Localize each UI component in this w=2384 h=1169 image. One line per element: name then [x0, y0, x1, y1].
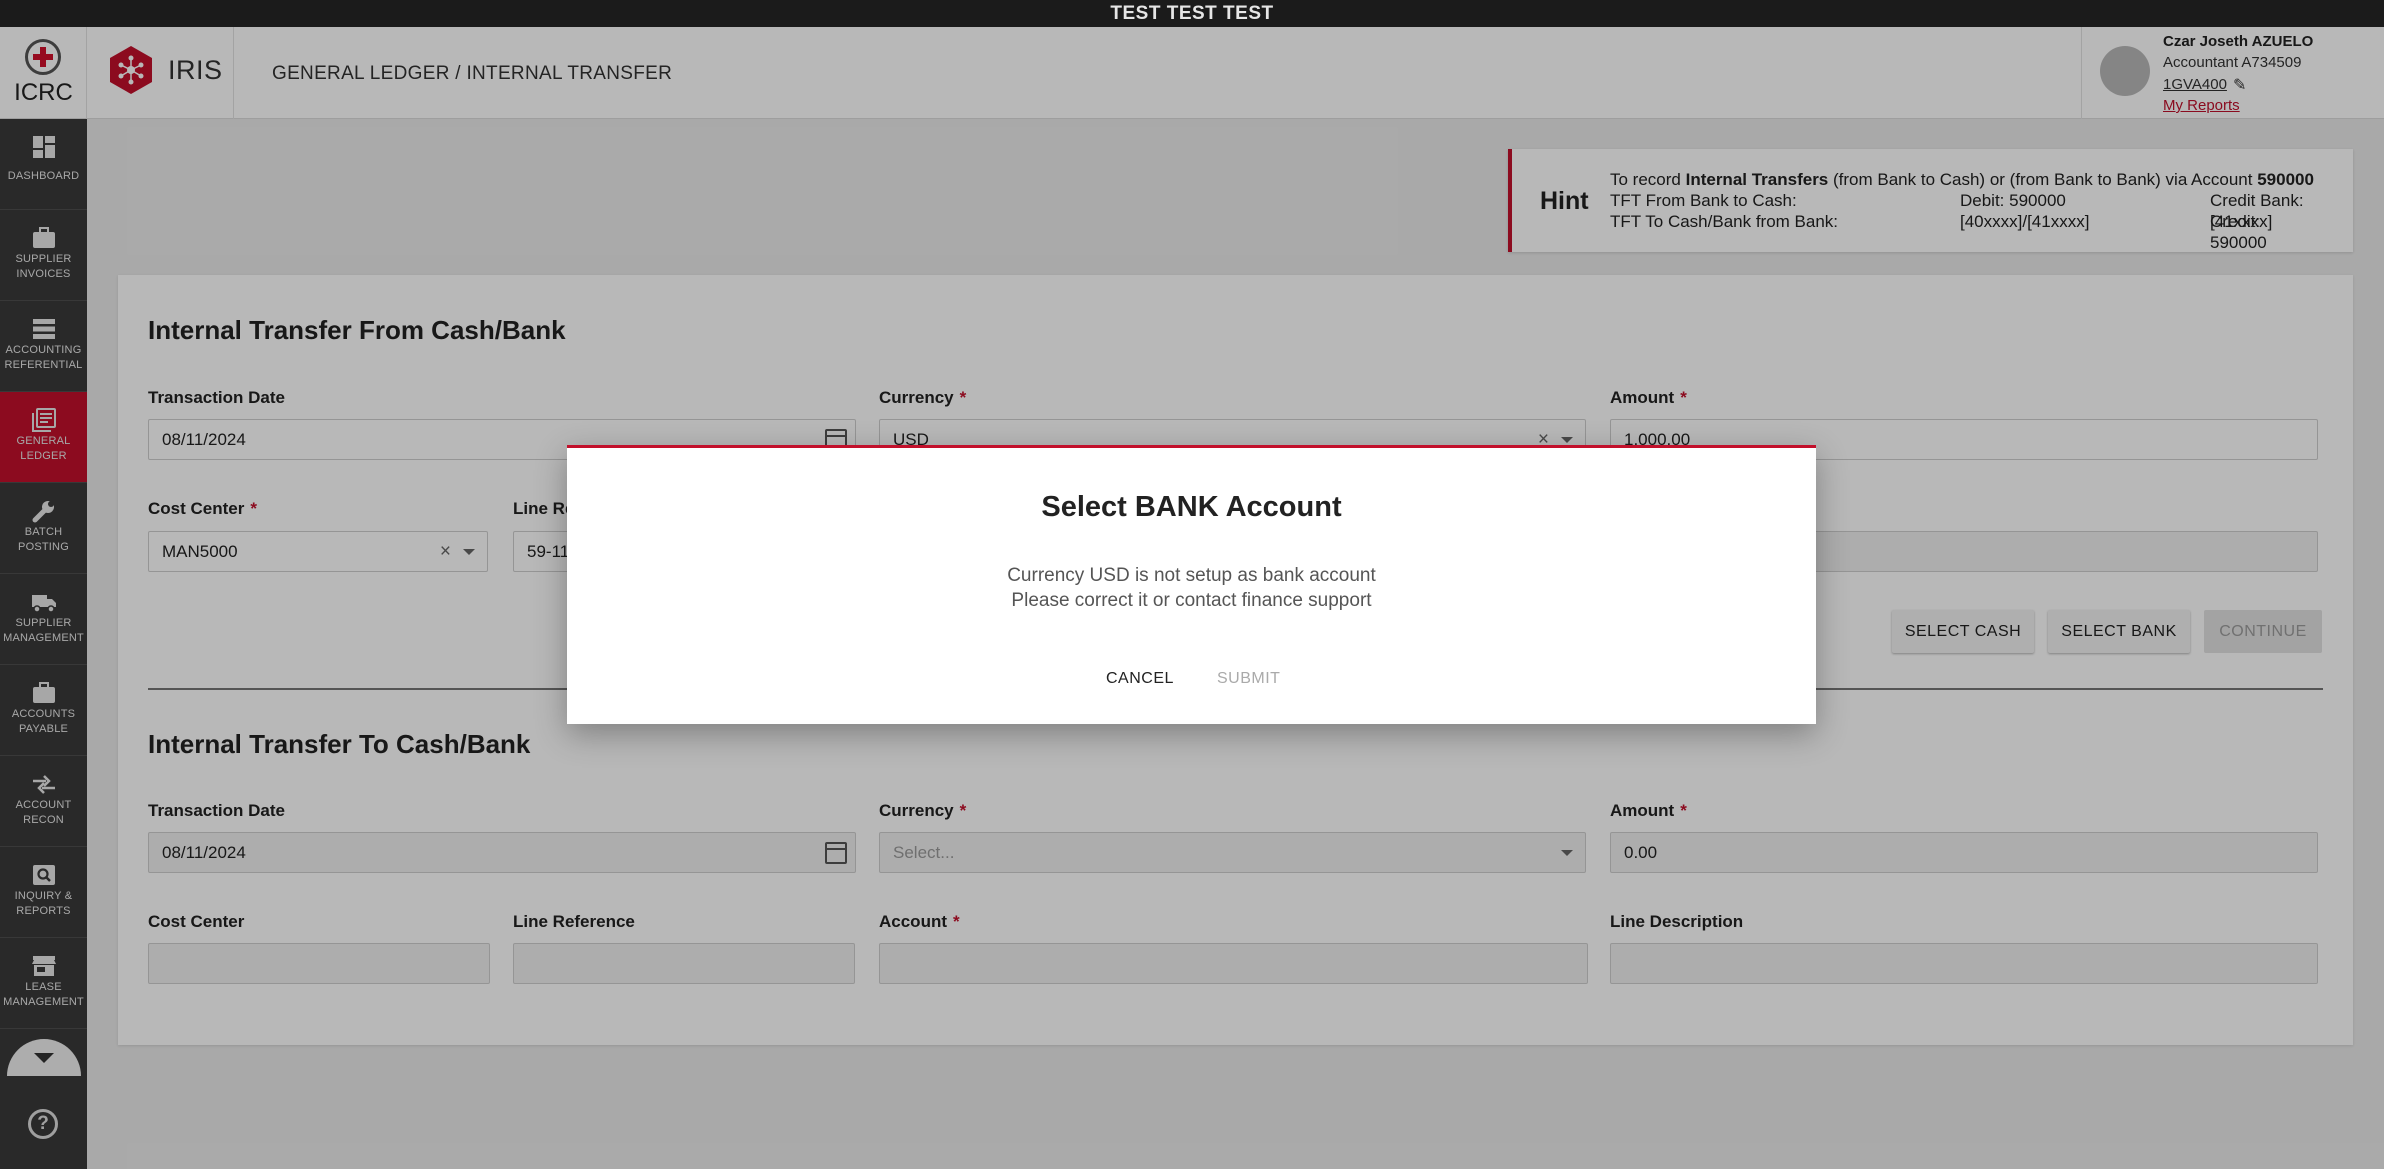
- dialog-message-line: Currency USD is not setup as bank accoun…: [1007, 565, 1376, 586]
- environment-banner: TEST TEST TEST: [0, 0, 2384, 27]
- select-bank-account-dialog: Select BANK Account Currency USD is not …: [567, 445, 1816, 724]
- cancel-button[interactable]: CANCEL: [1106, 670, 1174, 688]
- submit-button[interactable]: SUBMIT: [1217, 670, 1280, 688]
- modal-backdrop-header: [0, 27, 2384, 119]
- dialog-message: Currency USD is not setup as bank accoun…: [567, 563, 1816, 613]
- modal-backdrop-sidebar: [0, 119, 87, 1169]
- dialog-message-line: Please correct it or contact finance sup…: [1011, 590, 1372, 611]
- dialog-title: Select BANK Account: [1041, 491, 1342, 523]
